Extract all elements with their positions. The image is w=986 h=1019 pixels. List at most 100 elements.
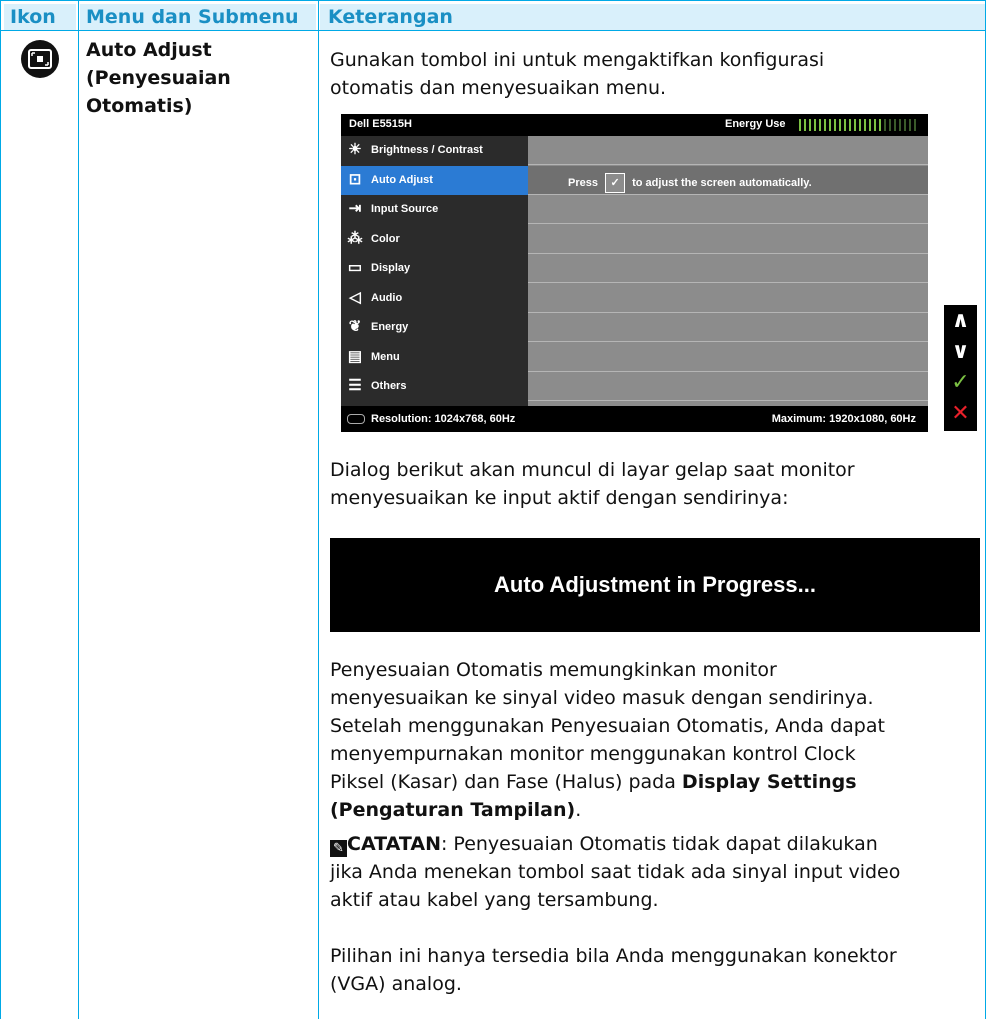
note-line-2: jika Anda menekan tombol saat tidak ada … — [330, 861, 901, 883]
brightness-icon: ☀ — [348, 141, 362, 158]
osd-menu-item[interactable]: ▤ Menu — [341, 343, 528, 372]
desc3-line-3: Setelah menggunakan Penyesuaian Otomatis… — [330, 715, 885, 737]
desc3-text-5: Piksel (Kasar) dan Fase (Halus) pada — [330, 771, 682, 793]
energy-segment — [814, 119, 816, 131]
energy-segment — [859, 119, 861, 131]
connector-icon — [347, 414, 365, 424]
osd-title-bar: Dell E5515H Energy Use — [341, 114, 928, 136]
osd-nav-buttons: ∧ ∨ ✓ ✕ — [944, 305, 977, 431]
osd-menu-item[interactable]: ❦ Energy — [341, 313, 528, 342]
desc2-line-2: menyesuaikan ke input aktif dengan sendi… — [330, 487, 789, 509]
pengaturan-tampilan-label: (Pengaturan Tampilan) — [330, 799, 576, 821]
desc1-line-2: otomatis dan menyesuaikan menu. — [330, 77, 667, 99]
osd-submenu-row — [528, 313, 928, 342]
energy-meter — [799, 119, 917, 131]
osd-energy-label: Energy Use — [725, 118, 786, 130]
osd-submenu-panel: Press ✓ to adjust the screen automatical… — [528, 136, 928, 406]
energy-segment — [899, 119, 901, 131]
osd-menu-item-label: Others — [371, 380, 407, 392]
osd-submenu-row — [528, 284, 928, 313]
up-arrow-icon[interactable]: ∧ — [944, 307, 977, 335]
energy-segment — [834, 119, 836, 131]
osd-submenu-row — [528, 136, 928, 165]
menu-title: Auto Adjust (Penyesuaian Otomatis) — [86, 36, 231, 120]
desc3-line-5: Piksel (Kasar) dan Fase (Halus) pada Dis… — [330, 768, 980, 796]
energy-segment — [839, 119, 841, 131]
option-line-1: Pilihan ini hanya tersedia bila Anda men… — [330, 945, 897, 967]
osd-press-message: Press ✓ to adjust the screen automatical… — [568, 173, 812, 194]
display-settings-label: Display Settings — [681, 771, 857, 793]
osd-menu-item-label: Input Source — [371, 203, 439, 215]
description-body: Penyesuaian Otomatis memungkinkan monito… — [330, 656, 980, 824]
osd-menu-item[interactable]: ⊡ Auto Adjust — [341, 165, 528, 195]
close-icon[interactable]: ✕ — [944, 400, 977, 428]
osd-menu-item-label: Energy — [371, 321, 409, 333]
display-icon: ▭ — [347, 259, 363, 276]
note-line-1: ✎ CATATAN: Penyesuaian Otomatis tidak dap… — [330, 830, 980, 858]
osd-menu-item[interactable]: ☀ Brightness / Contrast — [341, 136, 528, 165]
osd-menu-item[interactable]: ⁂ Color — [341, 225, 528, 254]
energy-segment — [879, 119, 881, 131]
energy-segment — [874, 119, 876, 131]
header-menu-submenu: Menu dan Submenu — [86, 6, 299, 28]
energy-segment — [894, 119, 896, 131]
osd-menu-item-label: Audio — [371, 291, 403, 304]
osd-resolution: Resolution: 1024x768, 60Hz — [371, 413, 516, 425]
desc3-line-6: (Pengaturan Tampilan). — [330, 796, 980, 824]
osd-screenshot: Dell E5515H Energy Use ☀ Brightness / Con… — [341, 114, 928, 432]
check-icon[interactable]: ✓ — [944, 369, 977, 397]
energy-segment — [914, 119, 916, 131]
energy-segment — [799, 119, 801, 131]
energy-segment — [889, 119, 891, 131]
press-label: Press — [568, 177, 598, 189]
table-header-divider — [0, 30, 986, 31]
osd-submenu-row — [528, 343, 928, 372]
note-line-3: aktif atau kabel yang tersambung. — [330, 889, 659, 911]
menu-icon: ▤ — [347, 347, 363, 365]
osd-menu-list: ☀ Brightness / Contrast ⊡ Auto Adjust ⇥ Input… — [341, 136, 528, 406]
osd-submenu-row — [528, 372, 928, 401]
desc3-line-1: Penyesuaian Otomatis memungkinkan monito… — [330, 659, 777, 681]
desc3-line-4: menyempurnakan monitor menggunakan kontr… — [330, 743, 856, 765]
energy-segment — [819, 119, 821, 131]
menu-title-line-1: Auto Adjust — [86, 39, 212, 61]
osd-menu-item-label: Menu — [371, 350, 400, 363]
description-intro: Gunakan tombol ini untuk mengaktifkan ko… — [330, 46, 980, 102]
osd-submenu-row — [528, 225, 928, 254]
energy-segment — [854, 119, 856, 131]
auto-adjust-icon: ⊡ — [348, 170, 362, 188]
energy-segment — [869, 119, 871, 131]
desc3-period: . — [575, 799, 582, 821]
menu-title-line-3: Otomatis) — [86, 95, 193, 117]
osd-status-bar: Resolution: 1024x768, 60Hz Maximum: 1920… — [341, 406, 928, 432]
column-divider-1 — [78, 0, 79, 1019]
energy-segment — [804, 119, 806, 131]
osd-maximum: Maximum: 1920x1080, 60Hz — [771, 413, 916, 425]
desc2-line-1: Dialog berikut akan muncul di layar gela… — [330, 459, 855, 481]
osd-model: Dell E5515H — [349, 118, 412, 130]
osd-menu-item[interactable]: ▭ Display — [341, 254, 528, 283]
description-option: Pilihan ini hanya tersedia bila Anda men… — [330, 942, 980, 998]
osd-menu-item[interactable]: ☰ Others — [341, 372, 528, 401]
note-label: CATATAN — [347, 833, 441, 855]
down-arrow-icon[interactable]: ∨ — [944, 338, 977, 366]
desc3-line-2: menyesuaikan ke sinyal video masuk denga… — [330, 687, 874, 709]
auto-adjust-progress-dialog: Auto Adjustment in Progress... — [330, 538, 980, 632]
header-ikon: Ikon — [10, 6, 56, 28]
table-border-top — [0, 0, 986, 1]
others-icon: ☰ — [348, 377, 362, 394]
check-box-icon: ✓ — [605, 173, 626, 194]
osd-menu-item-label: Brightness / Contrast — [371, 144, 483, 156]
header-keterangan: Keterangan — [328, 6, 453, 28]
energy-segment — [844, 119, 846, 131]
table-border-left — [0, 0, 1, 1019]
osd-menu-item[interactable]: ◁ Audio — [341, 284, 528, 313]
note-text-1: : Penyesuaian Otomatis tidak dapat dilak… — [440, 833, 878, 855]
energy-segment — [909, 119, 911, 131]
color-icon: ⁂ — [347, 229, 363, 247]
column-divider-2 — [318, 0, 319, 1019]
energy-segment — [824, 119, 826, 131]
desc1-line-1: Gunakan tombol ini untuk mengaktifkan ko… — [330, 49, 825, 71]
osd-menu-item[interactable]: ⇥ Input Source — [341, 195, 528, 224]
osd-menu-item-label: Display — [371, 262, 411, 274]
